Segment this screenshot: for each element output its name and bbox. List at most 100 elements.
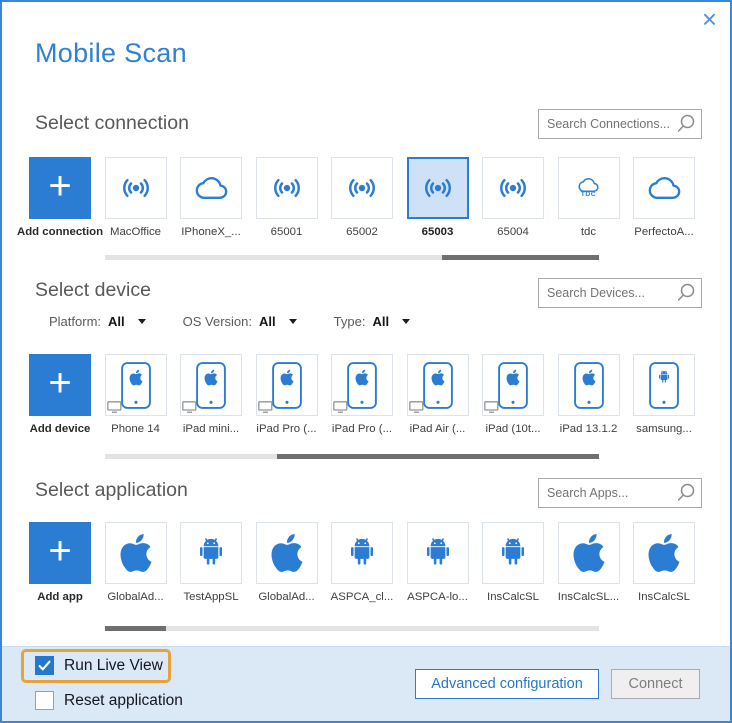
connect-button[interactable]: Connect (611, 669, 700, 699)
connection-tile[interactable] (633, 157, 695, 219)
tdc-badge: TDC (580, 191, 597, 199)
application-tile[interactable] (331, 522, 393, 584)
filter-value: All (372, 314, 390, 329)
device-tile[interactable] (557, 354, 620, 416)
os-version-filter[interactable]: OS Version: All (183, 314, 297, 329)
tile-label: InsCalcSL (638, 591, 690, 603)
devices-row: + Add device Phone 14 iPad mini... iPad Pro … (29, 354, 695, 435)
monitor-icon (106, 401, 122, 413)
apple-phone-icon (498, 361, 528, 409)
monitor-icon (408, 401, 424, 413)
device-tile[interactable] (633, 354, 695, 416)
devices-heading: Select device (35, 279, 151, 301)
apple-icon (648, 534, 680, 572)
monitor-icon (484, 401, 499, 413)
search-icon (677, 114, 695, 132)
tile-label: samsung... (636, 423, 692, 435)
chevron-down-icon (137, 319, 146, 324)
apple-phone-icon (573, 361, 604, 409)
application-tile[interactable] (180, 522, 242, 584)
wireless-icon (349, 178, 375, 198)
scrollbar-thumb[interactable] (277, 454, 599, 459)
chevron-down-icon (402, 319, 411, 324)
connection-tile[interactable] (406, 157, 469, 219)
connections-scrollbar[interactable] (105, 255, 599, 260)
application-tile[interactable] (104, 522, 167, 584)
mobile-scan-dialog: × Mobile Scan Select connection +Add con… (0, 0, 732, 723)
add-device-tile[interactable]: + (29, 354, 91, 416)
filter-value: All (108, 314, 125, 329)
checkmark-icon (38, 660, 51, 671)
device-filters: Platform: All OS Version: All Type: All (49, 314, 411, 329)
connection-tile[interactable] (331, 157, 393, 219)
monitor-icon (182, 401, 197, 413)
reset-application-row[interactable]: Reset application (35, 691, 183, 710)
cloud-icon (195, 177, 227, 199)
apple-phone-icon (271, 361, 302, 409)
apple-phone-icon (347, 361, 377, 409)
applications-heading: Select application (35, 479, 188, 501)
filter-label: OS Version: (182, 314, 253, 329)
reset-application-checkbox[interactable] (35, 691, 54, 710)
chevron-down-icon (288, 319, 297, 324)
connections-row: + Add connection MacOffice IPhoneX_... 65001… (17, 157, 695, 238)
applications-row: + Add app GlobalAd... TestAppSL GlobalAd... A… (29, 522, 695, 603)
application-tile[interactable] (482, 522, 544, 584)
footer: Run Live View Reset application Advanced… (2, 646, 730, 721)
plus-icon: + (48, 529, 72, 573)
android-phone-icon (649, 361, 679, 409)
tdc-cloud-icon: TDC (578, 177, 599, 199)
application-tile[interactable] (557, 522, 620, 584)
device-tile[interactable] (180, 354, 242, 416)
apple-phone-icon (196, 361, 226, 409)
device-tile[interactable] (482, 354, 544, 416)
scrollbar-thumb[interactable] (105, 626, 166, 631)
application-tile[interactable] (633, 522, 695, 584)
apple-icon (120, 534, 151, 572)
wireless-icon (500, 178, 526, 198)
advanced-configuration-button[interactable]: Advanced configuration (415, 669, 599, 699)
run-live-view-label: Run Live View (64, 656, 163, 674)
device-tile[interactable] (406, 354, 469, 416)
add-application-tile[interactable]: + (29, 522, 91, 584)
cloud-icon (648, 177, 680, 199)
devices-search-box (538, 278, 702, 308)
apple-icon (573, 534, 604, 572)
applications-search-box (538, 478, 702, 508)
application-tile[interactable] (255, 522, 318, 584)
run-live-view-checkbox[interactable] (35, 656, 54, 675)
connection-tile[interactable] (180, 157, 242, 219)
wireless-icon (424, 178, 451, 198)
platform-filter[interactable]: Platform: All (49, 314, 146, 329)
apple-phone-icon (120, 361, 151, 409)
apple-phone-icon (422, 361, 453, 409)
connection-tile[interactable] (104, 157, 167, 219)
tile-label: PerfectoA... (634, 226, 694, 238)
filter-label: Platform: (49, 314, 102, 329)
monitor-icon (333, 401, 348, 413)
device-tile[interactable] (255, 354, 318, 416)
device-tile[interactable] (331, 354, 393, 416)
reset-application-label: Reset application (64, 691, 183, 709)
apple-icon (271, 534, 302, 572)
device-tile[interactable] (104, 354, 167, 416)
close-icon[interactable]: × (702, 6, 717, 32)
scrollbar-thumb[interactable] (442, 255, 599, 260)
connection-tile[interactable]: TDC (557, 157, 620, 219)
type-filter[interactable]: Type: All (334, 314, 411, 329)
application-tile[interactable] (406, 522, 469, 584)
connections-search-box (538, 109, 702, 139)
filter-value: All (259, 314, 276, 329)
search-icon (677, 483, 695, 501)
android-icon (199, 538, 223, 565)
connection-tile[interactable] (255, 157, 318, 219)
run-live-view-row[interactable]: Run Live View (35, 656, 163, 675)
connection-tile[interactable] (482, 157, 544, 219)
devices-scrollbar[interactable] (105, 454, 599, 459)
android-icon (350, 538, 374, 565)
plus-icon: + (48, 164, 72, 208)
wireless-icon (122, 178, 149, 198)
android-icon (501, 538, 525, 565)
add-connection-tile[interactable]: + (29, 157, 91, 219)
applications-scrollbar[interactable] (105, 626, 599, 631)
